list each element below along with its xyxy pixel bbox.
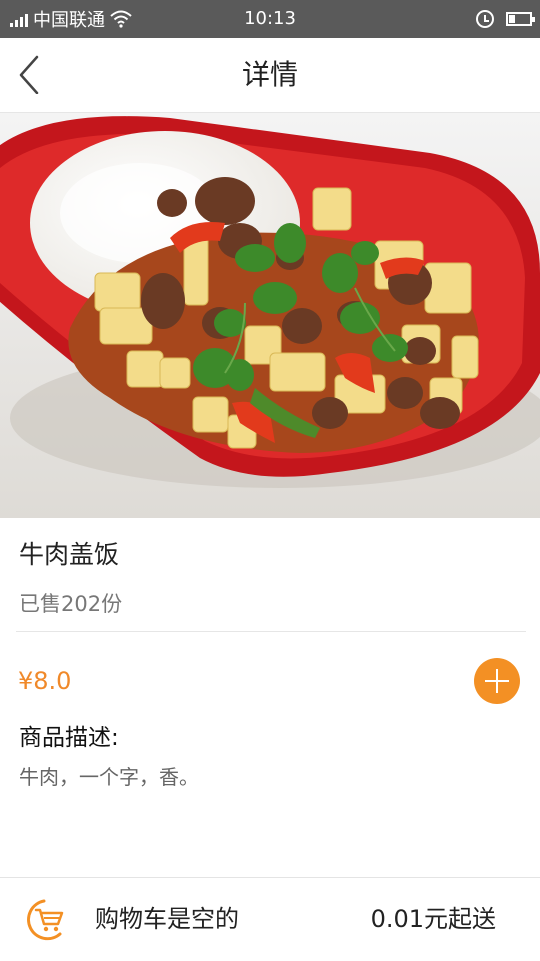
dish-illustration	[0, 113, 540, 518]
product-price: ¥8.0	[18, 667, 72, 695]
cart-empty-text: 购物车是空的	[95, 905, 239, 933]
min-order-text: 0.01元起送	[370, 905, 496, 933]
status-right	[476, 0, 535, 38]
page-title: 详情	[241, 58, 298, 91]
divider	[16, 631, 526, 632]
status-bar: 中国联通 10:13	[0, 0, 540, 38]
sold-count: 已售202份	[19, 592, 123, 616]
alarm-icon	[476, 10, 494, 28]
nav-header: 详情	[0, 38, 540, 113]
product-image	[0, 113, 540, 518]
description-title: 商品描述:	[19, 725, 119, 751]
cart-icon[interactable]	[22, 898, 68, 942]
add-to-cart-button[interactable]	[474, 658, 520, 704]
description-text: 牛肉，一个字，香。	[19, 765, 199, 789]
cart-bar: 购物车是空的 0.01元起送	[0, 877, 540, 961]
battery-icon	[506, 12, 535, 26]
product-name: 牛肉盖饭	[19, 540, 120, 569]
status-time: 10:13	[244, 8, 296, 29]
